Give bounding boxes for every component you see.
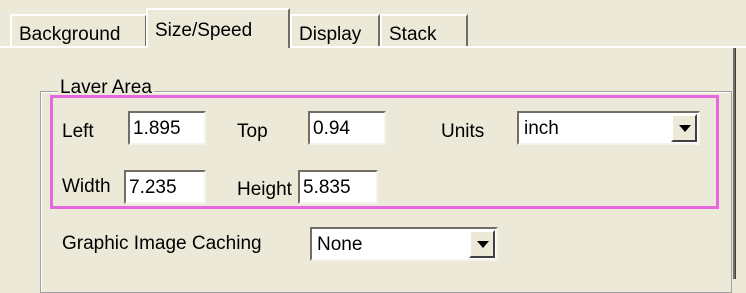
panel-border-outer (735, 46, 736, 279)
tab-stack[interactable]: Stack (380, 14, 468, 46)
tab-strip-divider (0, 46, 746, 48)
tab-display[interactable]: Display (290, 14, 380, 46)
tab-background[interactable]: Background (10, 14, 147, 46)
tab-label: Stack (389, 24, 437, 45)
units-select[interactable]: inch (517, 111, 700, 145)
chevron-down-icon (477, 241, 489, 248)
height-input[interactable]: 5.835 (298, 170, 378, 204)
tab-label: Size/Speed (155, 20, 253, 41)
width-label: Width (62, 176, 111, 197)
top-label: Top (237, 121, 268, 142)
caching-label: Graphic Image Caching (62, 233, 262, 254)
caching-value: None (317, 234, 363, 255)
width-input[interactable]: 7.235 (124, 170, 206, 204)
units-label: Units (441, 121, 485, 142)
chevron-down-icon (679, 125, 691, 132)
tab-size-speed[interactable]: Size/Speed (146, 8, 290, 48)
left-input[interactable]: 1.895 (128, 111, 206, 145)
units-dropdown-button[interactable] (671, 114, 697, 142)
units-value: inch (524, 118, 559, 139)
caching-dropdown-button[interactable] (469, 230, 495, 258)
top-input[interactable]: 0.94 (308, 111, 386, 145)
caching-select[interactable]: None (310, 227, 498, 261)
tab-label: Background (19, 24, 121, 45)
left-label: Left (62, 121, 94, 142)
tab-label: Display (299, 24, 362, 45)
height-label: Height (237, 179, 292, 200)
